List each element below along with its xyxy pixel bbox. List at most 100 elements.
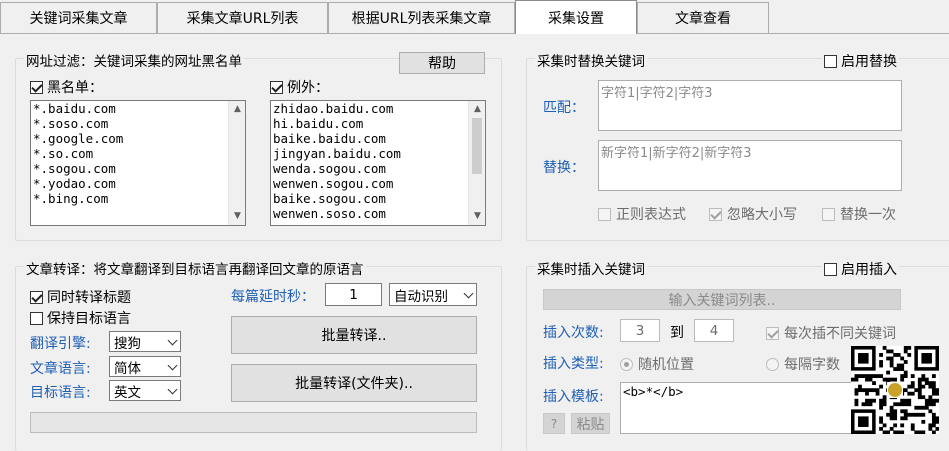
- list-item: *.google.com: [33, 131, 124, 146]
- blacklist-toggle[interactable]: 黑名单：: [30, 77, 103, 97]
- batch-translate-button[interactable]: 批量转译..: [231, 316, 477, 354]
- replace-title: 采集时替换关键词: [535, 50, 647, 70]
- tab-keyword-collect[interactable]: 关键词采集文章: [0, 2, 157, 33]
- help-button[interactable]: 帮助: [399, 52, 485, 74]
- exceptions-checkbox[interactable]: [270, 80, 283, 94]
- exceptions-lines: zhidao.baidu.com hi.baidu.com baike.baidu.…: [271, 101, 485, 221]
- diff-keyword-label: 每次插不同关键词: [784, 326, 896, 342]
- list-item: *.soso.com: [33, 116, 109, 131]
- blacklist-label: 黑名单：: [47, 80, 103, 96]
- list-item: *.sogou.com: [33, 161, 116, 176]
- list-item: wenwen.soso.com: [273, 206, 386, 221]
- list-item: *.bing.com: [33, 191, 109, 206]
- detect-select-value: 自动识别: [394, 288, 448, 305]
- match-textarea[interactable]: 字符1|字符2|字符3: [598, 80, 902, 131]
- exceptions-scrollbar[interactable]: ▲ ▼: [468, 101, 485, 225]
- blacklist-checkbox[interactable]: [30, 80, 43, 94]
- scroll-down-icon[interactable]: ▼: [229, 208, 245, 225]
- target-lang-label: 目标语言:: [30, 385, 91, 401]
- random-position-option[interactable]: 随机位置: [620, 354, 694, 374]
- help-question-button[interactable]: ?: [543, 413, 565, 434]
- list-item: *.so.com: [33, 146, 94, 161]
- list-item: hi.baidu.com: [273, 116, 364, 131]
- article-lang-select[interactable]: 简体: [109, 356, 181, 377]
- tab-url-list[interactable]: 采集文章URL列表: [157, 2, 328, 33]
- every-n-chars-label: 每隔字数: [784, 357, 840, 373]
- enable-insert-toggle[interactable]: 启用插入: [822, 259, 899, 279]
- replace-once-label: 替换一次: [840, 207, 896, 223]
- tab-bar: 关键词采集文章 采集文章URL列表 根据URL列表采集文章 采集设置 文章查看: [0, 0, 949, 34]
- batch-translate-folder-button[interactable]: 批量转译(文件夹)..: [231, 364, 477, 402]
- engine-select[interactable]: 搜狗: [109, 331, 181, 352]
- random-position-radio[interactable]: [620, 357, 633, 371]
- diff-keyword-toggle[interactable]: 每次插不同关键词: [766, 323, 896, 343]
- every-n-chars-radio[interactable]: [766, 357, 779, 371]
- url-filter-title: 网址过滤：关键词采集的网址黑名单: [24, 50, 244, 70]
- translate-title-checkbox[interactable]: [30, 290, 43, 304]
- replace-once-checkbox[interactable]: [822, 207, 835, 221]
- enable-replace-label: 启用替换: [841, 54, 897, 70]
- regex-toggle[interactable]: 正则表达式: [598, 204, 686, 224]
- engine-select-value: 搜狗: [114, 335, 141, 352]
- translate-progress-bar: [30, 412, 477, 433]
- insert-title: 采集时插入关键词: [535, 258, 647, 278]
- regex-checkbox[interactable]: [598, 207, 611, 221]
- tab-article-view[interactable]: 文章查看: [637, 2, 769, 33]
- scroll-down-icon[interactable]: ▼: [469, 208, 485, 225]
- translate-title-toggle[interactable]: 同时转译标题: [30, 287, 131, 307]
- chevron-down-icon: [167, 360, 178, 370]
- scroll-up-icon[interactable]: ▲: [229, 101, 245, 118]
- blacklist-textbox[interactable]: *.baidu.com *.soso.com *.google.com *.so.co…: [30, 100, 246, 226]
- input-keyword-list-button[interactable]: 输入关键词列表..: [543, 289, 901, 310]
- enable-insert-checkbox[interactable]: [824, 262, 837, 276]
- replace-once-toggle[interactable]: 替换一次: [822, 204, 896, 224]
- exceptions-textbox[interactable]: zhidao.baidu.com hi.baidu.com baike.baidu.…: [270, 100, 486, 226]
- to-label: 到: [670, 325, 684, 341]
- enable-insert-label: 启用插入: [841, 262, 897, 278]
- scroll-thumb[interactable]: [472, 118, 482, 174]
- tab-collect-by-url[interactable]: 根据URL列表采集文章: [328, 2, 515, 33]
- engine-label: 翻译引擎:: [30, 336, 91, 352]
- article-lang-label: 文章语言:: [30, 361, 91, 377]
- chevron-down-icon: [167, 384, 178, 394]
- ignore-case-toggle[interactable]: 忽略大小写: [709, 204, 797, 224]
- replace-textarea[interactable]: 新字符1|新字符2|新字符3: [598, 140, 902, 191]
- match-label: 匹配：: [543, 100, 585, 116]
- blacklist-scrollbar[interactable]: ▲ ▼: [228, 101, 245, 225]
- regex-label: 正则表达式: [616, 207, 686, 223]
- list-item: zhidao.baidu.com: [273, 101, 394, 116]
- keep-target-label: 保持目标语言: [47, 311, 131, 327]
- exceptions-label: 例外：: [287, 80, 329, 96]
- target-lang-select-value: 英文: [114, 384, 141, 401]
- exceptions-toggle[interactable]: 例外：: [270, 77, 329, 97]
- keep-target-checkbox[interactable]: [30, 311, 43, 325]
- translate-title: 文章转译：将文章翻译到目标语言再翻译回文章的原语言: [24, 258, 366, 278]
- chevron-down-icon: [167, 335, 178, 345]
- scroll-up-icon[interactable]: ▲: [469, 101, 485, 118]
- list-item: jingyan.baidu.com: [273, 146, 401, 161]
- diff-keyword-checkbox[interactable]: [766, 326, 779, 340]
- enable-replace-toggle[interactable]: 启用替换: [822, 51, 899, 71]
- tab-collect-settings[interactable]: 采集设置: [515, 0, 637, 34]
- article-lang-select-value: 简体: [114, 360, 141, 377]
- every-n-chars-option[interactable]: 每隔字数: [766, 354, 840, 374]
- blacklist-lines: *.baidu.com *.soso.com *.google.com *.so.co…: [31, 101, 245, 206]
- insert-count-from[interactable]: 3: [620, 319, 660, 342]
- delay-input[interactable]: 1: [325, 283, 382, 306]
- paste-button[interactable]: 粘贴: [571, 413, 610, 434]
- insert-count-to[interactable]: 4: [694, 319, 734, 342]
- list-item: wenwen.sogou.com: [273, 176, 394, 191]
- ignore-case-checkbox[interactable]: [709, 207, 722, 221]
- list-item: *.baidu.com: [33, 101, 116, 116]
- keep-target-toggle[interactable]: 保持目标语言: [30, 308, 131, 328]
- enable-replace-checkbox[interactable]: [824, 54, 837, 68]
- insert-type-label: 插入类型:: [543, 356, 604, 372]
- translate-title-label: 同时转译标题: [47, 290, 131, 306]
- chevron-down-icon: [463, 288, 474, 298]
- detect-select[interactable]: 自动识别: [389, 283, 477, 306]
- template-label: 插入模板:: [543, 389, 604, 405]
- tab-divider: [0, 33, 949, 34]
- target-lang-select[interactable]: 英文: [109, 380, 181, 401]
- list-item: baike.sogou.com: [273, 191, 386, 206]
- list-item: *.yodao.com: [33, 176, 116, 191]
